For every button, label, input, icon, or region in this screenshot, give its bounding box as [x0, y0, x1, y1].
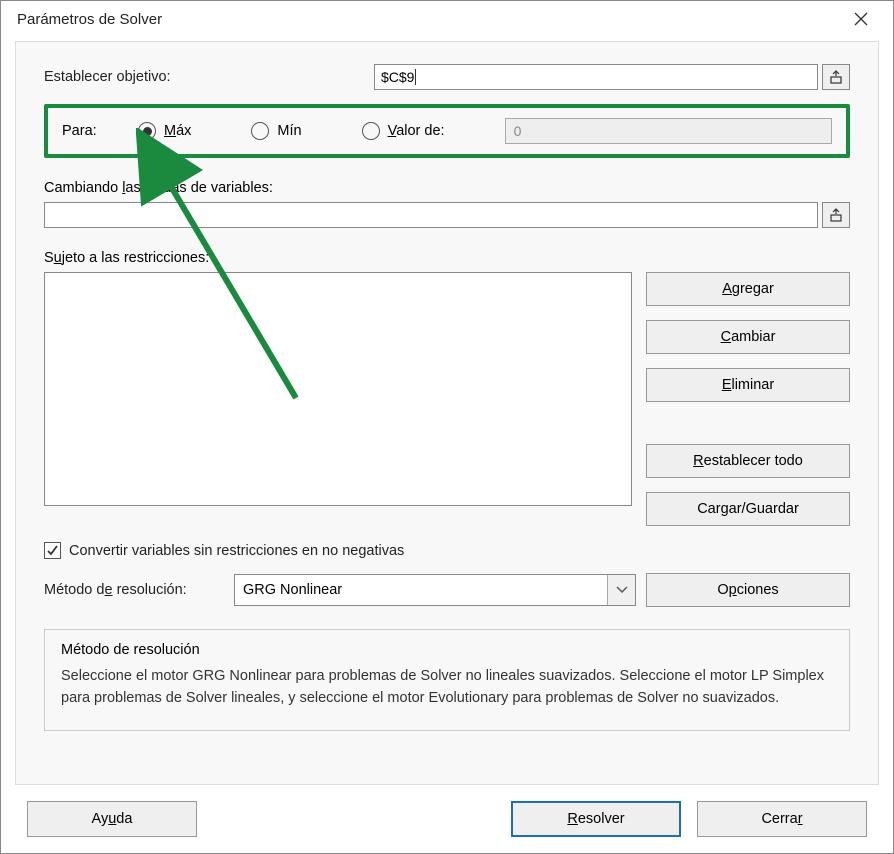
info-title: Método de resolución	[61, 642, 833, 658]
method-row: Método de resolución: GRG Nonlinear Opci…	[44, 573, 850, 607]
method-label: Método de resolución:	[44, 582, 224, 598]
dialog-body: Establecer objetivo: $C$9 Para: Máx Mín …	[15, 41, 879, 785]
to-label: Para:	[62, 123, 138, 139]
delete-button[interactable]: Eliminar	[646, 368, 850, 402]
solver-parameters-dialog: Parámetros de Solver Establecer objetivo…	[0, 0, 894, 854]
method-selected: GRG Nonlinear	[243, 582, 342, 598]
radio-max[interactable]: Máx	[138, 122, 191, 140]
close-button[interactable]: Cerrar	[697, 801, 867, 837]
radio-max-label: Máx	[164, 123, 191, 139]
variables-row	[44, 202, 850, 228]
method-info-box: Método de resolución Seleccione el motor…	[44, 629, 850, 731]
objective-range-picker-icon[interactable]	[822, 64, 850, 90]
nonnegative-checkbox-row: Convertir variables sin restricciones en…	[44, 542, 850, 559]
method-select[interactable]: GRG Nonlinear	[234, 574, 636, 606]
value-of-input[interactable]: 0	[505, 118, 832, 144]
constraints-area: Agregar Cambiar Eliminar Restablecer tod…	[44, 272, 850, 526]
constraints-label: Sujeto a las restricciones:	[44, 250, 850, 266]
variables-range-picker-icon[interactable]	[822, 202, 850, 228]
objective-label: Establecer objetivo:	[44, 69, 374, 85]
load-save-button[interactable]: Cargar/Guardar	[646, 492, 850, 526]
solve-button[interactable]: Resolver	[511, 801, 681, 837]
nonnegative-label: Convertir variables sin restricciones en…	[69, 543, 404, 559]
radio-min-label: Mín	[277, 123, 301, 139]
reset-all-button[interactable]: Restablecer todo	[646, 444, 850, 478]
objective-row: Establecer objetivo: $C$9	[44, 64, 850, 90]
objective-input[interactable]: $C$9	[374, 64, 818, 90]
help-button[interactable]: Ayuda	[27, 801, 197, 837]
dialog-footer: Ayuda Resolver Cerrar	[1, 785, 893, 853]
add-button[interactable]: Agregar	[646, 272, 850, 306]
radio-min[interactable]: Mín	[251, 122, 301, 140]
radio-max-indicator	[138, 122, 156, 140]
info-text: Seleccione el motor GRG Nonlinear para p…	[61, 666, 833, 710]
options-button[interactable]: Opciones	[646, 573, 850, 607]
variables-input[interactable]	[44, 202, 818, 228]
titlebar: Parámetros de Solver	[1, 1, 893, 37]
close-icon[interactable]	[841, 4, 881, 34]
constraints-buttons: Agregar Cambiar Eliminar Restablecer tod…	[646, 272, 850, 526]
radio-min-indicator	[251, 122, 269, 140]
chevron-down-icon	[607, 575, 635, 605]
variables-label: Cambiando las celdas de variables:	[44, 180, 850, 196]
radio-value-indicator	[362, 122, 380, 140]
change-button[interactable]: Cambiar	[646, 320, 850, 354]
radio-value-label: Valor de:	[388, 123, 445, 139]
radio-value-of[interactable]: Valor de:	[362, 122, 445, 140]
dialog-title: Parámetros de Solver	[17, 11, 841, 28]
nonnegative-checkbox[interactable]	[44, 542, 61, 559]
objective-type-group: Para: Máx Mín Valor de: 0	[44, 104, 850, 158]
constraints-listbox[interactable]	[44, 272, 632, 506]
